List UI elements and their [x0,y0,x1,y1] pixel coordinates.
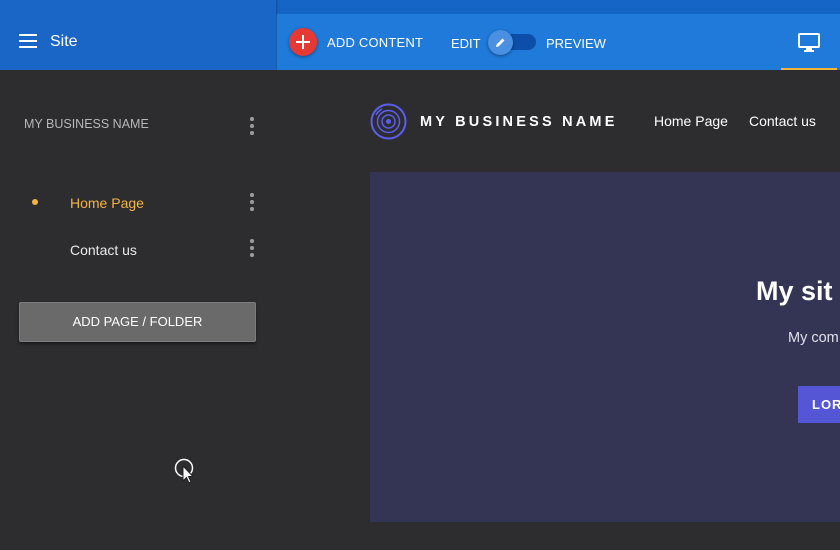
hero-cta-button[interactable]: LOR [798,386,840,423]
brand-name: MY BUSINESS NAME [420,114,618,130]
site-title: Site [50,33,78,50]
vinyl-record-logo-icon [370,103,407,140]
pencil-icon [496,38,505,47]
mouse-pointer-icon [174,458,195,484]
home-page-more-icon[interactable] [249,193,255,211]
edit-mode-label: EDIT [451,36,481,51]
sidebar-page-contact[interactable]: Contact us [70,242,137,258]
toggle-knob[interactable] [488,30,513,55]
hero-section: My sit My com LOR [370,172,840,522]
site-header: Site [0,0,276,70]
site-name-heading: MY BUSINESS NAME [24,117,149,131]
nav-link-home[interactable]: Home Page [654,113,728,129]
site-preview-canvas: MY BUSINESS NAME Home Page Contact us My… [277,70,840,550]
add-page-folder-button[interactable]: ADD PAGE / FOLDER [19,302,256,342]
hero-title: My sit [756,276,833,306]
add-content-button[interactable] [289,28,317,56]
sidebar-page-home[interactable]: Home Page [70,195,144,211]
desktop-icon [798,33,820,52]
active-page-indicator [32,199,38,205]
top-app-bar: Site ADD CONTENT EDIT PREVIEW [0,0,840,70]
site-options-more-icon[interactable] [249,117,255,135]
nav-link-contact[interactable]: Contact us [749,113,816,129]
preview-mode-label: PREVIEW [546,36,606,51]
pages-sidebar: MY BUSINESS NAME Home Page Contact us AD… [0,70,276,550]
contact-page-more-icon[interactable] [249,239,255,257]
hamburger-menu-icon[interactable] [19,34,37,48]
desktop-view-tab[interactable] [781,14,837,70]
hero-subtitle: My com [788,330,839,346]
add-content-label[interactable]: ADD CONTENT [327,35,423,50]
